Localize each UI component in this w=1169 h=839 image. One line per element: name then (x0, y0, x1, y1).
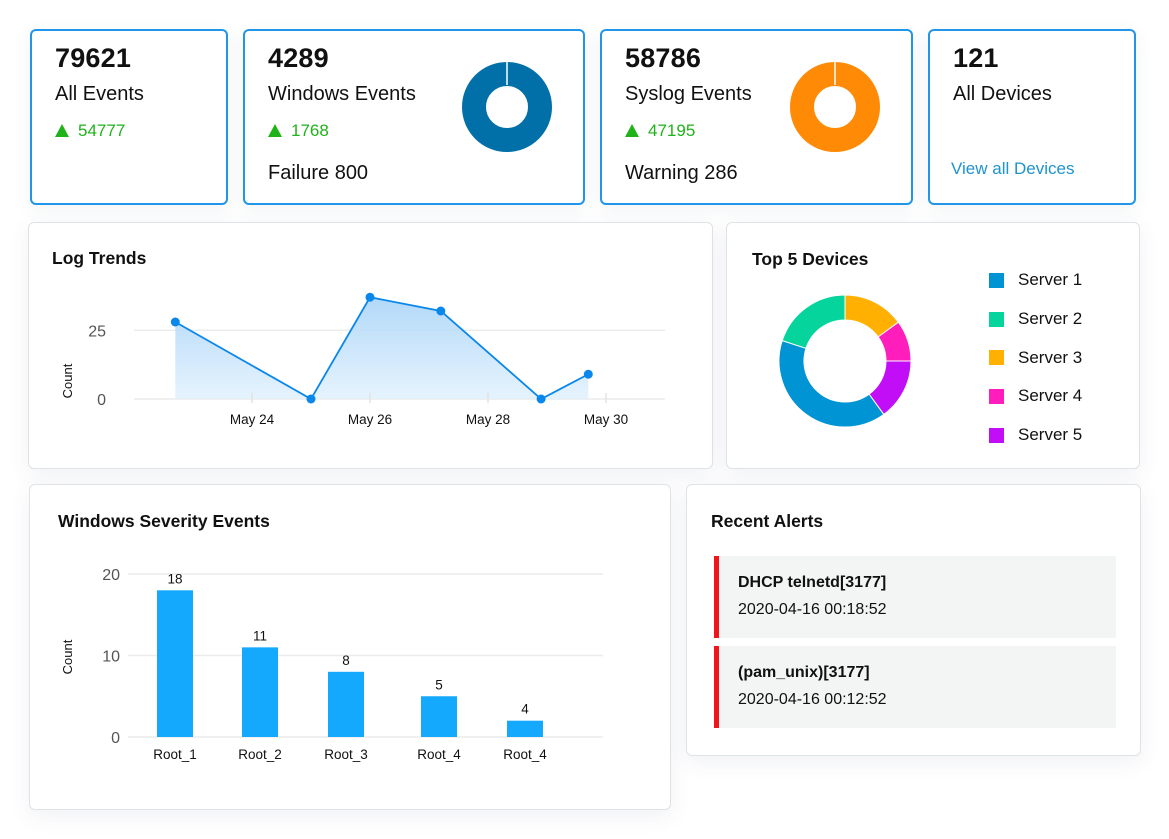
kpi-delta: 47195 (625, 121, 695, 141)
donut-slice-server-2[interactable] (781, 294, 846, 349)
legend-swatch (989, 311, 1004, 327)
legend-swatch (989, 427, 1004, 443)
x-tick-label: Root_4 (417, 747, 461, 762)
kpi-value: 4289 (268, 43, 329, 73)
severity-panel: Windows Severity Events 0 10 20 18 Root_1 11… (29, 484, 671, 810)
data-label: 4 (521, 702, 529, 717)
legend-item[interactable]: Server 5 (989, 416, 1082, 455)
legend-item[interactable]: Server 1 (989, 261, 1082, 300)
panel-title: Recent Alerts (711, 511, 824, 531)
data-label: 5 (435, 677, 443, 692)
bar[interactable] (421, 696, 457, 737)
alert-title: DHCP telnetd[3177] (738, 574, 887, 591)
donut-slice-server-1[interactable] (778, 339, 885, 428)
kpi-label: Windows Events (268, 83, 416, 105)
arrow-up-icon (268, 123, 282, 137)
kpi-value: 121 (953, 43, 999, 73)
top-devices-donut (778, 294, 912, 428)
arrow-up-icon (625, 123, 639, 137)
legend-swatch (989, 388, 1004, 404)
kpi-warning-count: Warning 286 (625, 162, 738, 184)
kpi-card-windows-events[interactable]: 4289 Windows Events 1768 Failure 800 (243, 29, 585, 205)
kpi-delta: 1768 (268, 121, 329, 141)
arrow-up-icon (55, 123, 69, 137)
y-axis-label: Count (60, 639, 75, 674)
kpi-label: All Devices (953, 83, 1052, 105)
alert-title: (pam_unix)[3177] (738, 664, 870, 681)
kpi-card-syslog-events[interactable]: 58786 Syslog Events 47195 Warning 286 (600, 29, 913, 205)
kpi-failure-count: Failure 800 (268, 162, 369, 184)
legend-swatch (989, 350, 1004, 366)
data-point[interactable] (170, 317, 180, 327)
severity-bar-chart: 0 10 20 18 Root_1 11 Root_2 8 Root_3 5 Root_4 4 Roo… (60, 567, 603, 762)
y-tick-label: 10 (102, 649, 120, 666)
kpi-delta-value: 1768 (291, 121, 329, 140)
chart-legend: Server 1 Server 2 Server 3 Server 4 Server 5 (989, 261, 1082, 454)
log-trends-chart: 0 25 May 24 May 26 May 28 May 30 Count (60, 292, 665, 427)
y-tick-label: 0 (111, 730, 120, 747)
y-tick-label: 0 (97, 392, 106, 409)
x-tick-label: May 28 (466, 412, 510, 427)
syslog-events-donut (790, 61, 880, 152)
x-tick-label: Root_1 (153, 747, 197, 762)
bar[interactable] (157, 590, 193, 737)
alert-item[interactable]: (pam_unix)[3177] 2020-04-16 00:12:52 (714, 646, 1116, 728)
kpi-card-all-devices[interactable]: 121 All Devices View all Devices (928, 29, 1136, 205)
legend-label: Server 5 (1018, 425, 1083, 445)
data-label: 18 (167, 571, 182, 586)
log-trends-panel: Log Trends 0 25 May 24 May 26 May 28 May 30 … (28, 222, 713, 469)
y-tick-label: 25 (88, 323, 106, 340)
alert-time: 2020-04-16 00:12:52 (738, 691, 887, 708)
area-fill (175, 297, 589, 399)
kpi-card-all-events[interactable]: 79621 All Events 54777 (30, 29, 228, 205)
bar[interactable] (507, 720, 543, 737)
legend-label: Server 4 (1018, 386, 1083, 406)
legend-label: Server 3 (1018, 347, 1083, 367)
y-axis-label: Count (60, 363, 75, 398)
bar[interactable] (242, 647, 278, 737)
y-tick-label: 20 (102, 567, 120, 584)
top-devices-panel: Top 5 Devices Server 1 Server 2 Server 3 Se… (726, 222, 1140, 469)
panel-title: Top 5 Devices (752, 249, 869, 269)
x-tick-label: Root_2 (238, 747, 282, 762)
data-point[interactable] (306, 394, 316, 404)
x-tick-label: Root_3 (324, 747, 368, 762)
view-all-devices-link[interactable]: View all Devices (951, 159, 1074, 179)
kpi-delta-value: 47195 (648, 121, 696, 140)
kpi-delta: 54777 (55, 121, 125, 141)
kpi-value: 58786 (625, 43, 702, 73)
data-label: 8 (342, 653, 350, 668)
data-point[interactable] (536, 394, 546, 404)
kpi-label: All Events (55, 83, 144, 105)
recent-alerts-panel: Recent Alerts DHCP telnetd[3177] 2020-04… (686, 484, 1141, 756)
x-tick-label: May 26 (348, 412, 392, 427)
alert-time: 2020-04-16 00:18:52 (738, 601, 887, 618)
data-label: 11 (253, 628, 267, 643)
legend-item[interactable]: Server 3 (989, 338, 1082, 377)
data-point[interactable] (365, 292, 375, 302)
legend-label: Server 1 (1018, 270, 1083, 290)
alert-item[interactable]: DHCP telnetd[3177] 2020-04-16 00:18:52 (714, 556, 1116, 638)
legend-item[interactable]: Server 2 (989, 300, 1082, 339)
legend-item[interactable]: Server 4 (989, 377, 1082, 416)
x-tick-label: May 24 (230, 412, 275, 427)
x-tick-label: May 30 (584, 412, 628, 427)
data-point[interactable] (436, 306, 446, 316)
x-tick-label: Root_4 (503, 747, 547, 762)
kpi-value: 79621 (55, 43, 132, 73)
kpi-label: Syslog Events (625, 83, 752, 105)
windows-events-donut (462, 61, 552, 152)
bar[interactable] (328, 671, 364, 737)
legend-label: Server 2 (1018, 309, 1083, 329)
data-point[interactable] (583, 369, 593, 379)
kpi-delta-value: 54777 (78, 121, 126, 140)
legend-swatch (989, 272, 1004, 288)
